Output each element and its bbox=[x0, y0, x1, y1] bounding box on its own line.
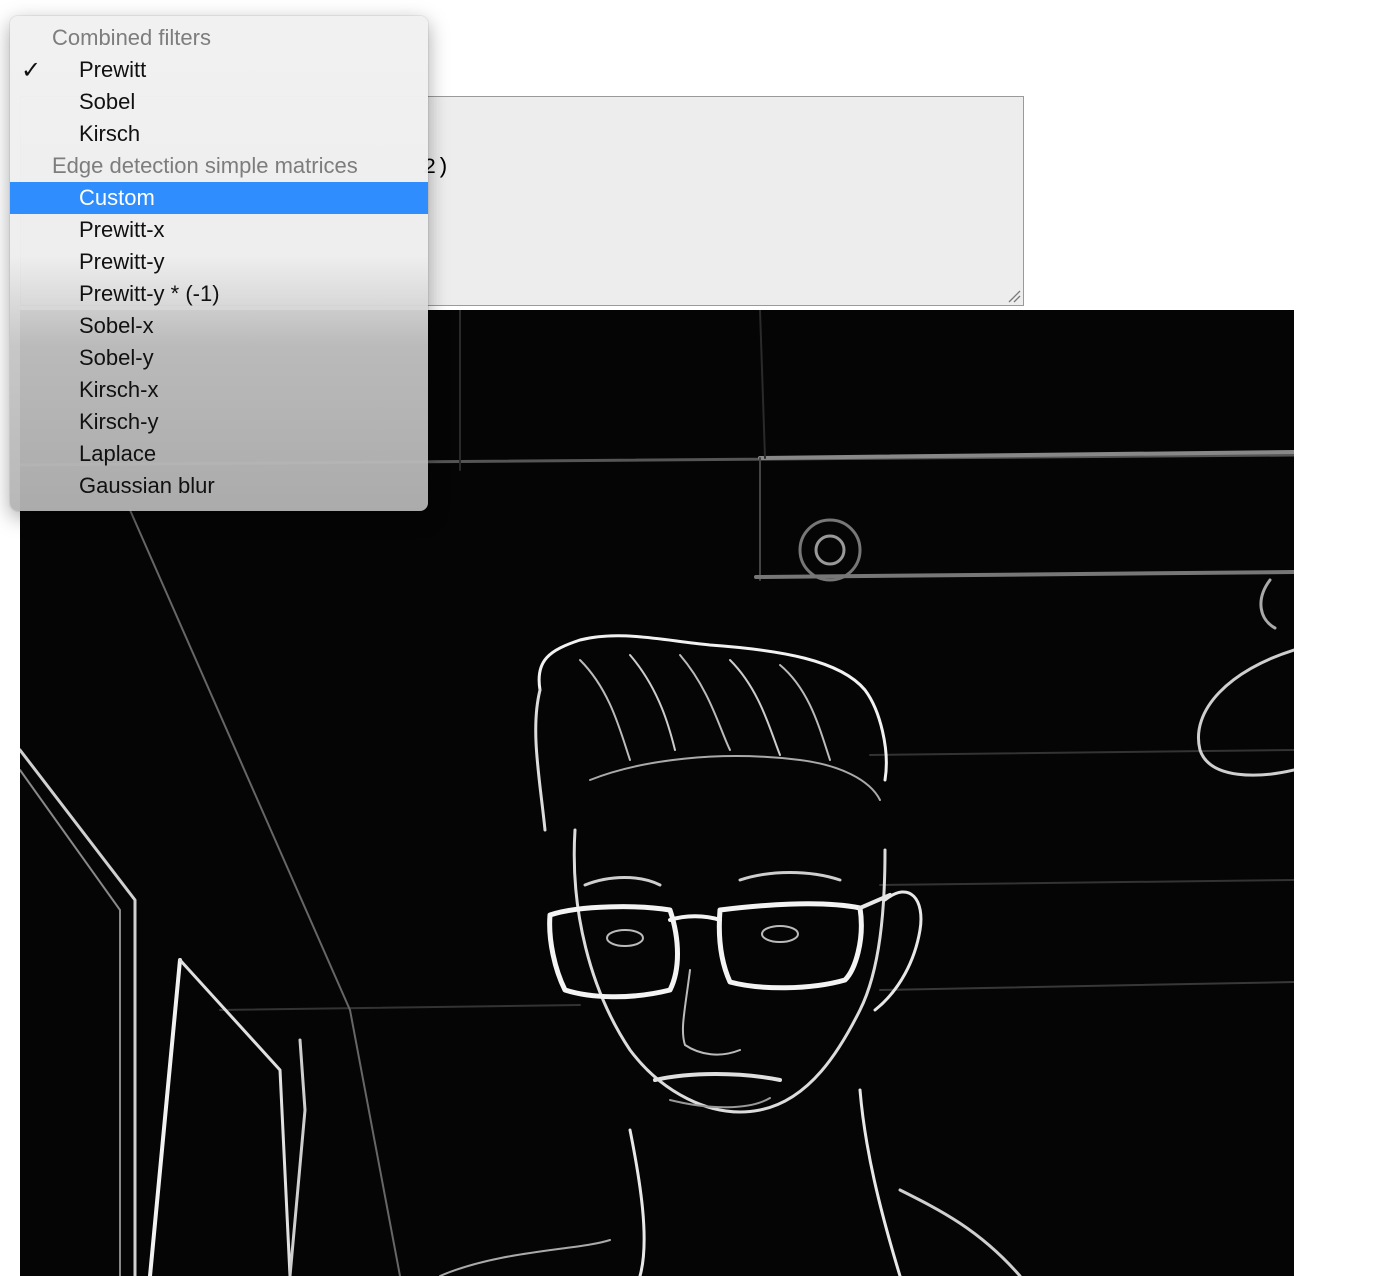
option-prewitt-y-neg[interactable]: Prewitt-y * (-1) bbox=[10, 278, 428, 310]
option-label: Kirsch-x bbox=[79, 377, 159, 402]
option-sobel-y[interactable]: Sobel-y bbox=[10, 342, 428, 374]
option-kirsch[interactable]: Kirsch bbox=[10, 118, 428, 150]
group-label-combined-filters: Combined filters bbox=[52, 25, 211, 50]
option-label: Kirsch bbox=[79, 121, 141, 146]
option-sobel[interactable]: Sobel bbox=[10, 86, 428, 118]
filter-options-list: Combined filters ✓ Prewitt Sobel Kirsch … bbox=[10, 22, 428, 502]
group-label-edge-detection-simple-matrices: Edge detection simple matrices bbox=[52, 153, 358, 178]
option-sobel-x[interactable]: Sobel-x bbox=[10, 310, 428, 342]
option-label: Prewitt-y bbox=[79, 249, 165, 274]
option-label: Sobel-x bbox=[79, 313, 154, 338]
option-label: Sobel bbox=[79, 89, 136, 114]
option-label: Laplace bbox=[79, 441, 157, 466]
option-kirsch-y[interactable]: Kirsch-y bbox=[10, 406, 428, 438]
option-laplace[interactable]: Laplace bbox=[10, 438, 428, 470]
resize-grip-icon[interactable] bbox=[1007, 289, 1021, 303]
option-label: Prewitt-y * (-1) bbox=[79, 281, 220, 306]
option-custom[interactable]: Custom bbox=[10, 182, 428, 214]
option-label: Sobel-y bbox=[79, 345, 154, 370]
option-kirsch-x[interactable]: Kirsch-x bbox=[10, 374, 428, 406]
option-label: Gaussian blur bbox=[79, 473, 215, 498]
option-label: Custom bbox=[79, 185, 155, 210]
filter-dropdown-menu[interactable]: Combined filters ✓ Prewitt Sobel Kirsch … bbox=[10, 16, 428, 511]
option-label: Prewitt-x bbox=[79, 217, 165, 242]
option-prewitt-y[interactable]: Prewitt-y bbox=[10, 246, 428, 278]
option-prewitt[interactable]: ✓ Prewitt bbox=[10, 54, 428, 86]
option-prewitt-x[interactable]: Prewitt-x bbox=[10, 214, 428, 246]
checkmark-icon: ✓ bbox=[21, 57, 42, 84]
option-gaussian-blur[interactable]: Gaussian blur bbox=[10, 470, 428, 502]
option-label: Kirsch-y bbox=[79, 409, 159, 434]
option-label: Prewitt bbox=[79, 57, 147, 82]
